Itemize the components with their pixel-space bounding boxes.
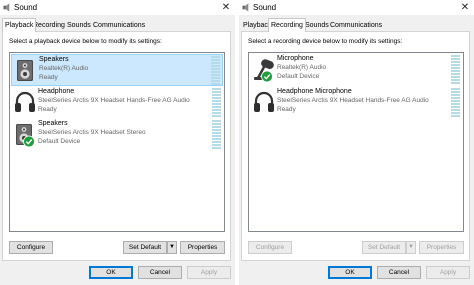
headphone-icon bbox=[254, 91, 274, 112]
device-list[interactable]: Microphone Realtek(R) Audio Default Devi… bbox=[248, 52, 464, 232]
device-item-speakers-realtek[interactable]: Speakers Realtek(R) Audio Ready bbox=[11, 54, 223, 86]
device-name: Microphone bbox=[277, 55, 314, 62]
close-button[interactable]: ✕ bbox=[219, 0, 233, 15]
tab-page: Select a recording device below to modif… bbox=[241, 31, 470, 261]
set-default-button[interactable]: Set Default bbox=[123, 241, 167, 254]
close-button[interactable]: ✕ bbox=[458, 0, 472, 15]
title-bar[interactable]: Sound ✕ bbox=[0, 0, 235, 15]
instruction-text: Select a playback device below to modify… bbox=[9, 38, 162, 45]
ok-button[interactable]: OK bbox=[89, 266, 133, 279]
device-description: SteelSeries Arctis 9X Headset Hands-Free… bbox=[38, 97, 190, 104]
speaker-icon bbox=[16, 124, 35, 148]
tab-bar: Playback Recording Sounds Communications bbox=[239, 18, 474, 32]
instruction-text: Select a recording device below to modif… bbox=[248, 38, 403, 45]
tab-sounds[interactable]: Sounds bbox=[303, 20, 331, 31]
level-meter bbox=[212, 120, 221, 149]
device-item-speakers-steelseries[interactable]: Speakers SteelSeries Arctis 9X Headset S… bbox=[11, 119, 223, 151]
device-status: Ready bbox=[38, 106, 57, 113]
device-description: Realtek(R) Audio bbox=[277, 64, 327, 71]
device-description: SteelSeries Arctis 9X Headset Stereo bbox=[38, 129, 146, 136]
level-meter bbox=[212, 88, 221, 117]
device-item-microphone[interactable]: Microphone Realtek(R) Audio Default Devi… bbox=[250, 54, 462, 86]
device-status: Default Device bbox=[38, 138, 81, 145]
microphone-icon bbox=[254, 59, 274, 83]
device-list[interactable]: Speakers Realtek(R) Audio Ready Headphon… bbox=[9, 52, 225, 232]
tab-sounds[interactable]: Sounds bbox=[65, 20, 93, 31]
speaker-icon bbox=[17, 60, 33, 81]
apply-button[interactable]: Apply bbox=[187, 266, 231, 279]
device-status: Default Device bbox=[277, 73, 320, 80]
level-meter bbox=[451, 88, 460, 117]
properties-button[interactable]: Properties bbox=[180, 241, 225, 254]
tab-playback[interactable]: Playback bbox=[2, 18, 37, 32]
set-default-button[interactable]: Set Default bbox=[362, 241, 406, 254]
default-check-icon bbox=[261, 70, 273, 83]
level-meter bbox=[451, 55, 460, 84]
set-default-dropdown-arrow[interactable]: ▼ bbox=[406, 241, 416, 254]
level-meter bbox=[211, 56, 220, 85]
properties-button[interactable]: Properties bbox=[419, 241, 464, 254]
tab-bar: Playback Recording Sounds Communications bbox=[0, 18, 235, 32]
title-bar[interactable]: Sound ✕ bbox=[239, 0, 474, 15]
sound-dialog-recording: Sound ✕ Playback Recording Sounds Commun… bbox=[239, 0, 474, 285]
device-name: Speakers bbox=[39, 56, 69, 63]
apply-button[interactable]: Apply bbox=[426, 266, 470, 279]
configure-button[interactable]: Configure bbox=[248, 241, 292, 254]
device-name: Headphone Microphone bbox=[277, 88, 352, 95]
device-item-headphone-microphone[interactable]: Headphone Microphone SteelSeries Arctis … bbox=[250, 87, 462, 119]
speaker-app-icon bbox=[242, 3, 249, 12]
window-title: Sound bbox=[253, 3, 277, 12]
speaker-app-icon bbox=[3, 3, 10, 12]
ok-button[interactable]: OK bbox=[328, 266, 372, 279]
device-status: Ready bbox=[39, 74, 58, 81]
default-check-icon bbox=[23, 135, 35, 148]
set-default-dropdown-arrow[interactable]: ▼ bbox=[167, 241, 177, 254]
headphone-icon bbox=[15, 91, 35, 112]
tab-recording[interactable]: Recording bbox=[268, 18, 306, 32]
sound-dialog-playback: Sound ✕ Playback Recording Sounds Commun… bbox=[0, 0, 235, 285]
device-item-headphone[interactable]: Headphone SteelSeries Arctis 9X Headset … bbox=[11, 87, 223, 119]
tab-communications[interactable]: Communications bbox=[328, 20, 384, 31]
cancel-button[interactable]: Cancel bbox=[138, 266, 182, 279]
tab-page: Select a playback device below to modify… bbox=[2, 31, 231, 261]
window-title: Sound bbox=[14, 3, 38, 12]
device-name: Speakers bbox=[38, 120, 68, 127]
configure-button[interactable]: Configure bbox=[9, 241, 53, 254]
device-status: Ready bbox=[277, 106, 296, 113]
tab-communications[interactable]: Communications bbox=[91, 20, 147, 31]
cancel-button[interactable]: Cancel bbox=[377, 266, 421, 279]
device-name: Headphone bbox=[38, 88, 75, 95]
device-description: SteelSeries Arctis 9X Headset Hands-Free… bbox=[277, 97, 429, 104]
device-description: Realtek(R) Audio bbox=[39, 65, 89, 72]
